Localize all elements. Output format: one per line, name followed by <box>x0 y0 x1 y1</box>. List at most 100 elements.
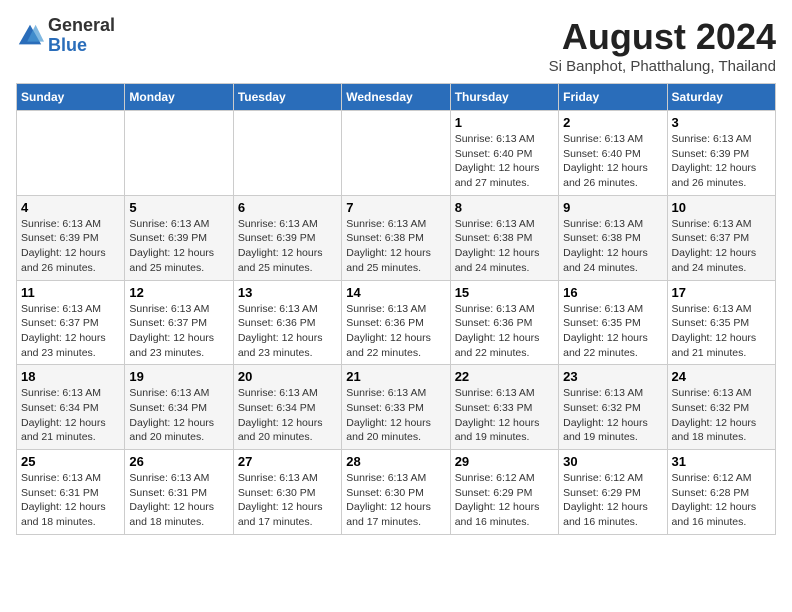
calendar-cell <box>233 111 341 196</box>
day-info: Sunrise: 6:13 AM Sunset: 6:31 PM Dayligh… <box>129 471 228 530</box>
day-number: 4 <box>21 200 120 215</box>
day-number: 22 <box>455 369 554 384</box>
day-number: 24 <box>672 369 771 384</box>
day-info: Sunrise: 6:13 AM Sunset: 6:30 PM Dayligh… <box>238 471 337 530</box>
day-number: 31 <box>672 454 771 469</box>
day-info: Sunrise: 6:13 AM Sunset: 6:37 PM Dayligh… <box>672 217 771 276</box>
calendar-week-2: 4 Sunrise: 6:13 AM Sunset: 6:39 PM Daylig… <box>17 195 776 280</box>
logo-icon <box>16 22 44 50</box>
day-number: 26 <box>129 454 228 469</box>
day-number: 23 <box>563 369 662 384</box>
calendar-cell: 18 Sunrise: 6:13 AM Sunset: 6:34 PM Dayli… <box>17 365 125 450</box>
calendar-cell: 22Sunrise: 6:13 AM Sunset: 6:33 PM Dayli… <box>450 365 558 450</box>
day-info: Sunrise: 6:13 AM Sunset: 6:31 PM Dayligh… <box>21 471 120 530</box>
day-header-sunday: Sunday <box>17 84 125 111</box>
day-header-friday: Friday <box>559 84 667 111</box>
day-header-monday: Monday <box>125 84 233 111</box>
day-number: 7 <box>346 200 445 215</box>
day-info: Sunrise: 6:13 AM Sunset: 6:36 PM Dayligh… <box>238 302 337 361</box>
calendar-week-4: 18 Sunrise: 6:13 AM Sunset: 6:34 PM Dayli… <box>17 365 776 450</box>
day-number: 8 <box>455 200 554 215</box>
calendar-header-row: SundayMondayTuesdayWednesdayThursdayFrid… <box>17 84 776 111</box>
calendar-cell: 6 Sunrise: 6:13 AM Sunset: 6:39 PM Daylig… <box>233 195 341 280</box>
day-info: Sunrise: 6:13 AM Sunset: 6:36 PM Dayligh… <box>455 302 554 361</box>
logo-blue: Blue <box>48 35 87 55</box>
month-title: August 2024 <box>549 16 776 58</box>
calendar-cell: 1 Sunrise: 6:13 AM Sunset: 6:40 PM Daylig… <box>450 111 558 196</box>
day-info: Sunrise: 6:13 AM Sunset: 6:32 PM Dayligh… <box>672 386 771 445</box>
day-number: 27 <box>238 454 337 469</box>
calendar-cell <box>342 111 450 196</box>
calendar-cell: 28 Sunrise: 6:13 AM Sunset: 6:30 PM Dayli… <box>342 450 450 535</box>
day-number: 2 <box>563 115 662 130</box>
day-info: Sunrise: 6:13 AM Sunset: 6:39 PM Dayligh… <box>129 217 228 276</box>
calendar-cell: 3Sunrise: 6:13 AM Sunset: 6:39 PM Daylig… <box>667 111 775 196</box>
calendar-table: SundayMondayTuesdayWednesdayThursdayFrid… <box>16 83 776 535</box>
calendar-cell: 13Sunrise: 6:13 AM Sunset: 6:36 PM Dayli… <box>233 280 341 365</box>
day-info: Sunrise: 6:13 AM Sunset: 6:34 PM Dayligh… <box>129 386 228 445</box>
calendar-cell: 17Sunrise: 6:13 AM Sunset: 6:35 PM Dayli… <box>667 280 775 365</box>
calendar-cell: 4Sunrise: 6:13 AM Sunset: 6:39 PM Daylig… <box>17 195 125 280</box>
calendar-cell: 23 Sunrise: 6:13 AM Sunset: 6:32 PM Dayli… <box>559 365 667 450</box>
day-number: 29 <box>455 454 554 469</box>
day-number: 6 <box>238 200 337 215</box>
day-info: Sunrise: 6:13 AM Sunset: 6:39 PM Dayligh… <box>238 217 337 276</box>
calendar-cell: 9 Sunrise: 6:13 AM Sunset: 6:38 PM Daylig… <box>559 195 667 280</box>
day-number: 5 <box>129 200 228 215</box>
day-info: Sunrise: 6:13 AM Sunset: 6:34 PM Dayligh… <box>238 386 337 445</box>
day-info: Sunrise: 6:13 AM Sunset: 6:38 PM Dayligh… <box>563 217 662 276</box>
calendar-cell: 15 Sunrise: 6:13 AM Sunset: 6:36 PM Dayli… <box>450 280 558 365</box>
calendar-week-5: 25Sunrise: 6:13 AM Sunset: 6:31 PM Dayli… <box>17 450 776 535</box>
day-header-tuesday: Tuesday <box>233 84 341 111</box>
calendar-cell <box>17 111 125 196</box>
day-info: Sunrise: 6:13 AM Sunset: 6:35 PM Dayligh… <box>563 302 662 361</box>
day-info: Sunrise: 6:13 AM Sunset: 6:30 PM Dayligh… <box>346 471 445 530</box>
calendar-cell: 5 Sunrise: 6:13 AM Sunset: 6:39 PM Daylig… <box>125 195 233 280</box>
day-number: 18 <box>21 369 120 384</box>
calendar-cell <box>125 111 233 196</box>
day-info: Sunrise: 6:13 AM Sunset: 6:36 PM Dayligh… <box>346 302 445 361</box>
calendar-cell: 21 Sunrise: 6:13 AM Sunset: 6:33 PM Dayli… <box>342 365 450 450</box>
calendar-cell: 29Sunrise: 6:12 AM Sunset: 6:29 PM Dayli… <box>450 450 558 535</box>
day-number: 15 <box>455 285 554 300</box>
day-number: 9 <box>563 200 662 215</box>
day-number: 3 <box>672 115 771 130</box>
day-info: Sunrise: 6:12 AM Sunset: 6:28 PM Dayligh… <box>672 471 771 530</box>
day-number: 11 <box>21 285 120 300</box>
day-number: 28 <box>346 454 445 469</box>
day-info: Sunrise: 6:13 AM Sunset: 6:40 PM Dayligh… <box>563 132 662 191</box>
day-header-saturday: Saturday <box>667 84 775 111</box>
day-header-wednesday: Wednesday <box>342 84 450 111</box>
calendar-cell: 14 Sunrise: 6:13 AM Sunset: 6:36 PM Dayli… <box>342 280 450 365</box>
calendar-cell: 19 Sunrise: 6:13 AM Sunset: 6:34 PM Dayli… <box>125 365 233 450</box>
calendar-week-1: 1 Sunrise: 6:13 AM Sunset: 6:40 PM Daylig… <box>17 111 776 196</box>
calendar-cell: 10Sunrise: 6:13 AM Sunset: 6:37 PM Dayli… <box>667 195 775 280</box>
page-header: General Blue August 2024 Si Banphot, Pha… <box>16 16 776 75</box>
day-number: 14 <box>346 285 445 300</box>
day-number: 1 <box>455 115 554 130</box>
day-info: Sunrise: 6:13 AM Sunset: 6:37 PM Dayligh… <box>129 302 228 361</box>
day-number: 20 <box>238 369 337 384</box>
calendar-cell: 25Sunrise: 6:13 AM Sunset: 6:31 PM Dayli… <box>17 450 125 535</box>
day-header-thursday: Thursday <box>450 84 558 111</box>
day-info: Sunrise: 6:13 AM Sunset: 6:40 PM Dayligh… <box>455 132 554 191</box>
calendar-week-3: 11 Sunrise: 6:13 AM Sunset: 6:37 PM Dayli… <box>17 280 776 365</box>
calendar-cell: 11Sunrise: 6:13 AM Sunset: 6:37 PM Dayli… <box>17 280 125 365</box>
day-info: Sunrise: 6:13 AM Sunset: 6:38 PM Dayligh… <box>346 217 445 276</box>
title-block: August 2024 Si Banphot, Phatthalung, Tha… <box>549 16 776 75</box>
day-number: 17 <box>672 285 771 300</box>
day-number: 19 <box>129 369 228 384</box>
day-number: 30 <box>563 454 662 469</box>
day-info: Sunrise: 6:12 AM Sunset: 6:29 PM Dayligh… <box>563 471 662 530</box>
calendar-cell: 8Sunrise: 6:13 AM Sunset: 6:38 PM Daylig… <box>450 195 558 280</box>
logo-general: General <box>48 15 115 35</box>
calendar-cell: 7 Sunrise: 6:13 AM Sunset: 6:38 PM Daylig… <box>342 195 450 280</box>
day-info: Sunrise: 6:13 AM Sunset: 6:32 PM Dayligh… <box>563 386 662 445</box>
calendar-cell: 16Sunrise: 6:13 AM Sunset: 6:35 PM Dayli… <box>559 280 667 365</box>
day-info: Sunrise: 6:13 AM Sunset: 6:34 PM Dayligh… <box>21 386 120 445</box>
calendar-cell: 31 Sunrise: 6:12 AM Sunset: 6:28 PM Dayli… <box>667 450 775 535</box>
day-info: Sunrise: 6:13 AM Sunset: 6:33 PM Dayligh… <box>346 386 445 445</box>
logo: General Blue <box>16 16 115 56</box>
day-number: 12 <box>129 285 228 300</box>
day-number: 21 <box>346 369 445 384</box>
